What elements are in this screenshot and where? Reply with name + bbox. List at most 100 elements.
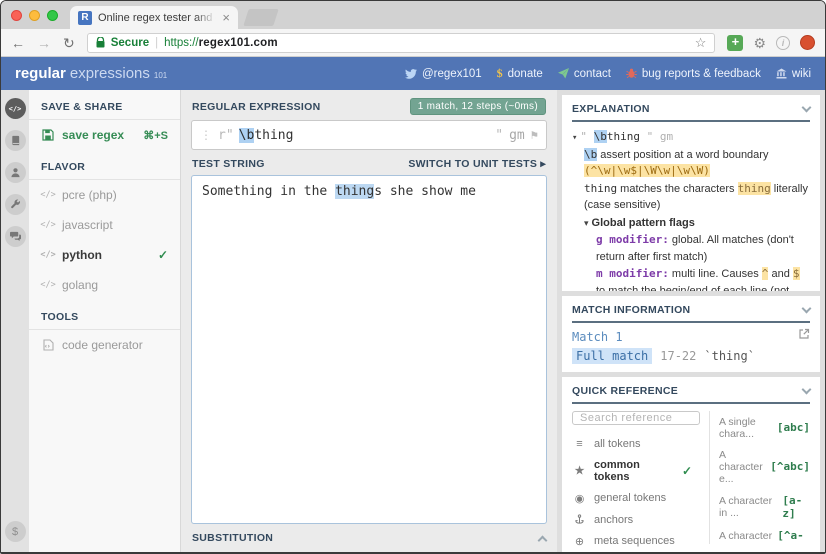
category-meta-sequences[interactable]: ⊕ meta sequences — [572, 530, 700, 552]
explanation-flags-heading: ▾Global pattern flags — [572, 215, 810, 232]
close-window-button[interactable] — [11, 10, 22, 21]
editor-panel: REGULAR EXPRESSION 1 match, 12 steps (~0… — [181, 90, 557, 552]
sidebar-rail: </> $ — [1, 90, 29, 552]
code-bracket-icon: </> — [41, 190, 55, 200]
flag-icon[interactable]: ⚑ — [531, 128, 538, 142]
quick-reference-card: QUICK REFERENCE ≡ all tokens ★ — [562, 377, 820, 552]
collapse-triangle-icon[interactable]: ▾ — [572, 133, 577, 143]
chevron-down-icon[interactable] — [802, 304, 812, 314]
header-link-contact[interactable]: contact — [558, 68, 611, 80]
adblock-extension-icon[interactable] — [800, 35, 815, 50]
tab-title: Online regex tester and debug — [98, 12, 216, 24]
regex-heading: REGULAR EXPRESSION — [192, 101, 321, 113]
browser-toolbar: ← → ↻ Secure | https://regex101.com ☆ + … — [1, 29, 825, 57]
match-info-card: MATCH INFORMATION Match 1 Full match 17-… — [562, 296, 820, 372]
entry-token: [abc] — [777, 421, 810, 434]
explanation-body: ▾" \bthing " gm \b assert position at a … — [572, 129, 810, 291]
tab-strip: R Online regex tester and debug × — [1, 1, 825, 29]
category-common-tokens[interactable]: ★ common tokens ✓ — [572, 454, 700, 487]
flavor-item-python[interactable]: </> python ✓ — [29, 240, 180, 270]
match-stats-badge: 1 match, 12 steps (~0ms) — [410, 98, 546, 115]
reference-entry[interactable]: A single chara... [abc] — [719, 411, 810, 444]
settings-rail-button[interactable] — [5, 194, 26, 215]
entry-token: [^a-z] — [777, 529, 810, 545]
code-bracket-icon: </> — [41, 220, 55, 230]
quick-reference-heading: QUICK REFERENCE — [572, 385, 678, 397]
account-rail-button[interactable] — [5, 162, 26, 183]
header-link-donate[interactable]: $ donate — [497, 66, 543, 81]
header-links: @regex101 $ donate contact bug reports &… — [405, 66, 811, 81]
check-icon: ✓ — [158, 248, 168, 262]
switch-unit-tests-link[interactable]: SWITCH TO UNIT TESTS ▸ — [408, 158, 546, 170]
new-tab-button[interactable] — [243, 9, 279, 26]
star-icon: ★ — [572, 464, 587, 477]
save-share-heading: SAVE & SHARE — [29, 90, 180, 120]
chevron-up-icon[interactable] — [538, 535, 548, 545]
maximize-window-button[interactable] — [47, 10, 58, 21]
user-icon — [10, 167, 21, 178]
save-regex-label: save regex — [62, 128, 124, 142]
dollar-rail-icon: $ — [12, 526, 18, 538]
flavor-label: javascript — [62, 218, 113, 232]
category-anchors[interactable]: anchors — [572, 509, 700, 530]
header-link-wiki[interactable]: wiki — [776, 68, 811, 80]
search-input[interactable] — [572, 411, 700, 425]
export-icon[interactable] — [798, 328, 810, 340]
arrow-right-icon: ▸ — [540, 158, 546, 170]
code-generator-item[interactable]: code generator — [29, 330, 180, 360]
sponsor-rail-button[interactable]: $ — [5, 521, 26, 542]
test-text-before: Something in the — [202, 184, 335, 199]
category-label: general tokens — [594, 492, 666, 504]
regex-editor-rail-button[interactable]: </> — [5, 98, 26, 119]
extension-icons: + ⚙ i — [727, 35, 815, 51]
regex-input[interactable]: ⋮ r" \b thing " gm ⚑ — [191, 120, 547, 150]
minimize-window-button[interactable] — [29, 10, 40, 21]
code-bracket-icon: </> — [41, 280, 55, 290]
chevron-down-icon[interactable] — [802, 385, 812, 395]
regex-flags[interactable]: gm — [509, 128, 525, 143]
paper-plane-icon — [558, 68, 569, 79]
crosshair-icon: ⊕ — [572, 535, 587, 548]
add-extension-icon[interactable]: + — [727, 35, 743, 51]
header-link-label: bug reports & feedback — [642, 68, 761, 80]
regex-section-header: REGULAR EXPRESSION 1 match, 12 steps (~0… — [191, 90, 547, 120]
flavor-item-javascript[interactable]: </> javascript — [29, 210, 180, 240]
save-icon — [41, 129, 55, 141]
reference-entry[interactable]: A character e... [^abc] — [719, 444, 810, 489]
reference-entry[interactable]: A character n... [^a-z] — [719, 524, 810, 544]
chevron-down-icon[interactable] — [802, 103, 812, 113]
explanation-boundary-line: \b assert position at a word boundary (^… — [572, 147, 810, 180]
header-link-twitter[interactable]: @regex101 — [405, 68, 482, 80]
code-icon: </> — [9, 105, 22, 113]
category-general-tokens[interactable]: ◉ general tokens — [572, 487, 700, 509]
explanation-literal-line: thing matches the characters thing liter… — [572, 181, 810, 214]
library-rail-button[interactable] — [5, 130, 26, 151]
tab-close-icon[interactable]: × — [222, 11, 230, 24]
flavor-label: golang — [62, 278, 98, 292]
bookmark-star-icon[interactable]: ☆ — [695, 35, 707, 51]
test-string-input[interactable]: Something in the things she show me — [191, 175, 547, 524]
site-logo[interactable]: regular expressions 101 — [15, 65, 167, 82]
full-match-row: Full match 17-22 `thing` — [572, 348, 810, 364]
browser-tab[interactable]: R Online regex tester and debug × — [70, 6, 238, 29]
category-all-tokens[interactable]: ≡ all tokens — [572, 433, 700, 454]
info-extension-icon[interactable]: i — [776, 36, 790, 50]
reference-entry[interactable]: A character in ... [a-z] — [719, 489, 810, 524]
header-link-bugs[interactable]: bug reports & feedback — [626, 68, 761, 80]
drag-handle-icon[interactable]: ⋮ — [200, 128, 212, 142]
flavor-item-pcre[interactable]: </> pcre (php) — [29, 180, 180, 210]
book-icon — [10, 135, 21, 146]
save-regex-button[interactable]: save regex ⌘+S — [29, 120, 180, 150]
back-icon[interactable]: ← — [11, 36, 25, 50]
left-panel: SAVE & SHARE save regex ⌘+S FLAVOR </> p… — [29, 90, 181, 552]
matched-text: thing — [335, 184, 374, 199]
collapse-triangle-icon[interactable]: ▾ — [584, 218, 589, 228]
flavor-item-golang[interactable]: </> golang — [29, 270, 180, 300]
match-label: Match 1 — [572, 330, 810, 344]
gear-extension-icon[interactable]: ⚙ — [753, 36, 766, 50]
reload-icon[interactable]: ↻ — [63, 36, 75, 50]
forward-icon[interactable]: → — [37, 36, 51, 50]
address-bar[interactable]: Secure | https://regex101.com ☆ — [87, 33, 716, 53]
feedback-rail-button[interactable] — [5, 226, 26, 247]
bank-icon — [776, 68, 787, 79]
